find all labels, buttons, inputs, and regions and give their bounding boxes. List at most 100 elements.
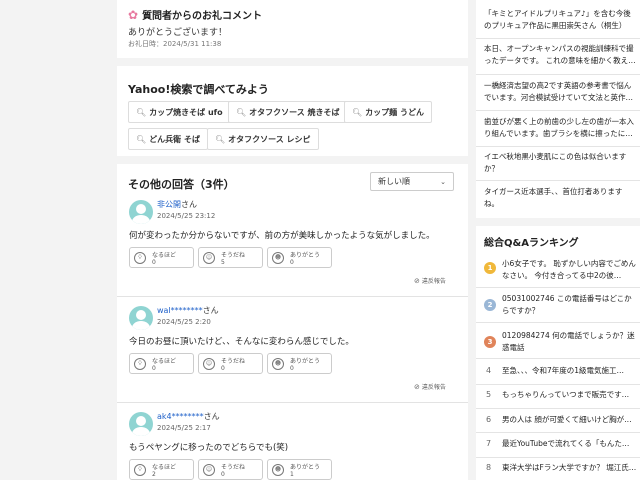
search-chip[interactable]: 🔍︎ オタフクソース 焼きそば — [228, 101, 348, 123]
thanks-date: お礼日時：2024/5/31 11:38 — [128, 40, 222, 48]
reaction-label: なるほど — [152, 464, 177, 471]
user-name-link[interactable]: ak4******** — [157, 412, 204, 421]
search-chip[interactable]: 🔍︎ オタフクソース レシピ — [207, 128, 319, 150]
divider — [476, 384, 640, 385]
reaction-naruhodo-button[interactable]: 💡︎ なるほど 0 — [129, 353, 194, 374]
ranking-item[interactable]: 4 至急、、、令和7年度の1級電気施工… — [484, 365, 638, 379]
reaction-count: 0 — [152, 365, 156, 372]
ranking-item[interactable]: 6 男の人は 顔が可愛くて細いけど胸が… — [484, 414, 638, 428]
avatar — [129, 306, 153, 330]
ranking-text: 東洋大学はFラン大学ですか？ 堀江氏… — [502, 463, 637, 472]
sidebar-question-link[interactable]: 歯並びが悪く上の前歯の少し左の歯が一本入り組んでいます。歯ブラシを横に擦ったに… — [484, 116, 636, 140]
reaction-label: そうだね — [221, 252, 246, 259]
sidebar-question-link[interactable]: 「キミとアイドルプリキュア♪」を含む今後のプリキュア作品に黒田崇矢さん（桐生）と… — [484, 8, 636, 32]
answer-item: wal********さん 2024/5/25 2:20 今日のお昼に頂いたけど… — [117, 306, 468, 394]
reaction-arigatou-button[interactable]: ☻ ありがとう 0 — [267, 353, 332, 374]
search-chip-label: どん兵衛 そば — [149, 134, 200, 144]
search-chip[interactable]: 🔍︎ どん兵衛 そば — [128, 128, 208, 150]
ban-icon: ⊘ — [414, 276, 420, 285]
rank-number: 7 — [486, 439, 492, 448]
divider — [476, 74, 640, 75]
user-suffix: さん — [202, 306, 219, 315]
ranking-text: 0120984274 何の電話でしょうか？迷惑電話 — [502, 331, 635, 352]
sort-select[interactable]: 新しい順 ⌄ — [370, 172, 454, 191]
ranking-item[interactable]: 3 0120984274 何の電話でしょうか？迷惑電話 — [484, 330, 638, 354]
grin-icon: ☻ — [272, 464, 284, 476]
ranking-item[interactable]: 5 もっちゃりんっていつまで販売です… — [484, 389, 638, 403]
reaction-label: なるほど — [152, 252, 177, 259]
divider — [476, 287, 640, 288]
ranking-text: 最近YouTubeで流れてくる「もんた… — [502, 439, 630, 448]
reaction-count: 0 — [290, 365, 294, 372]
reaction-arigatou-button[interactable]: ☻ ありがとう 1 — [267, 459, 332, 480]
search-chip-label: オタフクソース レシピ — [228, 134, 311, 144]
ranking-item[interactable]: 2 05031002746 この電話番号はどこからですか？ — [484, 293, 638, 317]
reaction-count: 5 — [221, 259, 225, 266]
ranking-item[interactable]: 8 東洋大学はFラン大学ですか？ 堀江氏… — [484, 462, 638, 476]
report-label: 違反報告 — [421, 278, 446, 285]
reaction-label: ありがとう — [290, 252, 321, 259]
ranking-text: 小6女子です。 恥ずかしい内容でごめんなさい。 今付き合ってる中2の彼… — [502, 259, 636, 280]
report-link[interactable]: ⊘ 違反報告 — [414, 276, 446, 286]
user-name-link[interactable]: 非公開 — [157, 200, 181, 209]
search-chip-label: オタフクソース 焼きそば — [249, 107, 340, 117]
section-gap — [476, 218, 640, 226]
search-chip[interactable]: 🔍︎ カップ麺 うどん — [344, 101, 432, 123]
user-name-link[interactable]: wal******** — [157, 306, 203, 315]
grin-icon: ☻ — [272, 358, 284, 370]
reaction-arigatou-button[interactable]: ☻ ありがとう 0 — [267, 247, 332, 268]
reaction-label: そうだね — [221, 464, 246, 471]
reaction-soudane-button[interactable]: ☺ そうだね 5 — [198, 247, 263, 268]
reaction-naruhodo-button[interactable]: 💡︎ なるほど 0 — [129, 247, 194, 268]
search-chip[interactable]: 🔍︎ カップ焼きそば ufo — [128, 101, 231, 123]
answers-title: その他の回答（3件） — [128, 178, 235, 191]
sidebar-question-link[interactable]: 本日、オープンキャンパスの視能訓練科で撮ったデータです。 これの意味を細かく教え… — [484, 43, 636, 67]
smile-icon: ☺ — [203, 464, 215, 476]
search-icon: 🔍︎ — [136, 134, 147, 144]
report-link[interactable]: ⊘ 違反報告 — [414, 382, 446, 392]
thanks-title: ✿ 質問者からのお礼コメント — [128, 7, 263, 23]
answer-user: 非公開さん — [157, 199, 197, 210]
answer-user: wal********さん — [157, 305, 219, 316]
reaction-soudane-button[interactable]: ☺ そうだね 0 — [198, 353, 263, 374]
reaction-label: そうだね — [221, 358, 246, 365]
user-suffix: さん — [181, 200, 197, 209]
rank-number: 8 — [486, 463, 492, 472]
sidebar-question-link[interactable]: イエベ秋地黒小麦肌にこの色は似合いますか？ — [484, 151, 636, 175]
sidebar-question-link[interactable]: タイガース近本選手、、首位打者ありますね。 — [484, 186, 636, 210]
divider — [476, 457, 640, 458]
ranking-item[interactable]: 1 小6女子です。 恥ずかしい内容でごめんなさい。 今付き合ってる中2の彼… — [484, 258, 638, 282]
answer-item: 非公開さん 2024/5/25 23:12 何が変わったか分からないですが、前の… — [117, 200, 468, 288]
reaction-soudane-button[interactable]: ☺ そうだね 0 — [198, 459, 263, 480]
grin-icon: ☻ — [272, 252, 284, 264]
reaction-naruhodo-button[interactable]: 💡︎ なるほど 2 — [129, 459, 194, 480]
search-icon: 🔍︎ — [352, 107, 363, 117]
reaction-count: 0 — [221, 471, 225, 478]
search-title: Yahoo!検索で調べてみよう — [128, 83, 269, 96]
other-answers-card: その他の回答（3件） 新しい順 ⌄ 非公開さん 2024/5/25 23:12 … — [117, 164, 468, 480]
sidebar: 「キミとアイドルプリキュア♪」を含む今後のプリキュア作品に黒田崇矢さん（桐生）と… — [476, 0, 640, 480]
ban-icon: ⊘ — [414, 382, 420, 391]
ranking-text: 05031002746 この電話番号はどこからですか？ — [502, 294, 632, 315]
reaction-count: 0 — [221, 365, 225, 372]
rank-badge-gold: 1 — [484, 262, 496, 274]
main-column: ✿ 質問者からのお礼コメント ありがとうございます！ お礼日時：2024/5/3… — [117, 0, 468, 480]
answer-date: 2024/5/25 23:12 — [157, 212, 216, 220]
sidebar-question-link[interactable]: 一橋経済志望の高2です英語の参考書で悩んでいます。河合模試受けていて文法と英作… — [484, 80, 636, 104]
divider — [476, 180, 640, 181]
reaction-label: ありがとう — [290, 464, 321, 471]
lightbulb-icon: 💡︎ — [134, 464, 146, 476]
reaction-count: 0 — [290, 259, 294, 266]
reaction-count: 1 — [290, 471, 294, 478]
divider — [476, 146, 640, 147]
answer-text: 何が変わったか分からないですが、前の方が美味しかったような気がしました。 — [129, 231, 435, 241]
report-label: 違反報告 — [421, 384, 446, 391]
search-chip-label: カップ麺 うどん — [365, 107, 424, 117]
user-suffix: さん — [203, 412, 220, 421]
reaction-label: ありがとう — [290, 358, 321, 365]
divider — [476, 432, 640, 433]
thanks-title-text: 質問者からのお礼コメント — [142, 11, 263, 22]
flower-icon: ✿ — [128, 7, 139, 22]
ranking-text: 男の人は 顔が可愛くて細いけど胸が… — [502, 415, 632, 424]
ranking-item[interactable]: 7 最近YouTubeで流れてくる「もんた… — [484, 438, 638, 452]
